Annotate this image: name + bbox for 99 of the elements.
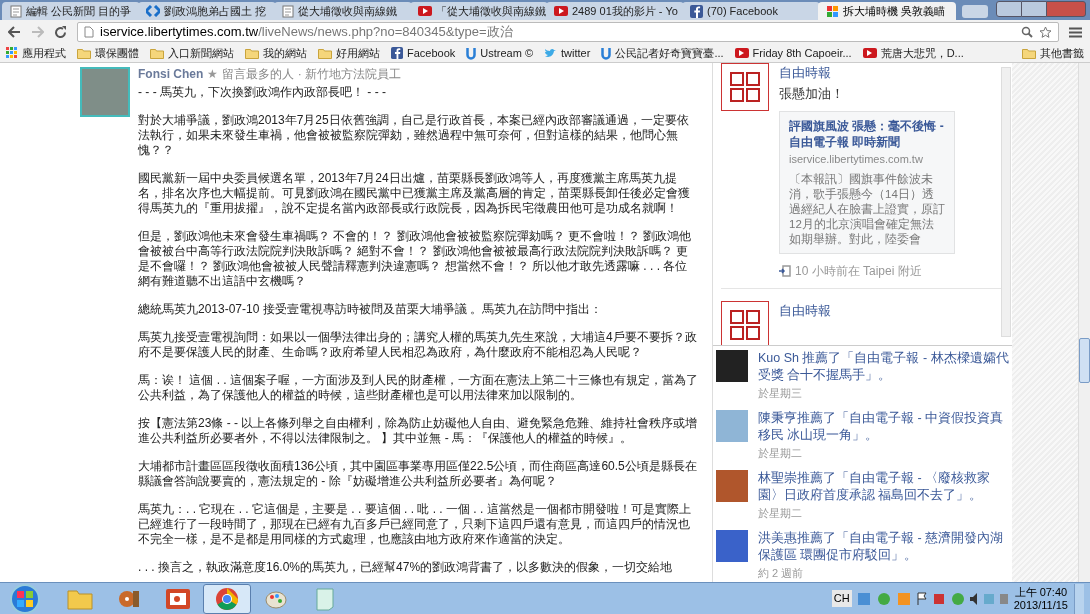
zoom-icon[interactable]	[1021, 26, 1033, 38]
bookmark-link[interactable]: 好用網站	[318, 44, 380, 62]
bookmark-link[interactable]: 應用程式	[6, 44, 66, 62]
folder-icon	[245, 47, 259, 59]
bookmark-link[interactable]: 環保團體	[77, 44, 139, 62]
bird-icon	[544, 47, 558, 59]
ticker-story[interactable]: 陳秉亨推薦了「自由電子報 - 中資假投資真移民 冰山現一角」。	[758, 410, 1009, 444]
browser-tab[interactable]: 2489 01我的影片 - Yo	[546, 2, 684, 20]
comment-paragraph: 對於大埔爭議，劉政鴻2013年7月25日依舊強調，自己是行政首長，本案已經內政部審議通過，一定要依法執行，如果未來發生車禍，他會被被監察院彈劾，雖然過程中無可奈何，但對這樣的結果，他問心無愧？？	[138, 113, 690, 158]
ticker-story[interactable]: 洪美惠推薦了「自由電子報 - 慈濟開發內湖保護區 環團促市府駁回」。	[758, 530, 1009, 564]
browser-tab[interactable]: 編輯 公民新聞 目的爭	[2, 2, 140, 20]
page-icon	[84, 26, 94, 38]
folder-icon	[150, 47, 164, 59]
clock-time[interactable]: 上午 07:40	[1014, 585, 1068, 599]
bookmark-link[interactable]: Facebook	[391, 44, 456, 62]
bookmark-link[interactable]: Ustream ©	[466, 44, 534, 62]
folder-icon	[1022, 47, 1036, 59]
bookmark-link[interactable]: 其他書籤	[1022, 44, 1084, 62]
folder-icon	[318, 47, 332, 59]
bookmark-link[interactable]: 我的網站	[245, 44, 307, 62]
avatar-placeholder	[80, 67, 130, 117]
facebook-icon	[391, 47, 403, 59]
logo-mark-icon	[727, 69, 763, 105]
minimize-button[interactable]	[996, 1, 1022, 17]
show-desktop-button[interactable]	[1074, 583, 1084, 614]
star-icon: ★	[207, 67, 219, 82]
apps-grid-icon	[6, 47, 18, 59]
reload-icon[interactable]	[54, 25, 67, 39]
start-button[interactable]	[10, 583, 40, 614]
notepad-icon	[314, 586, 336, 611]
comment-paragraph: 但是，劉政鴻他未來會發生車禍嗎？ 不會的！？ 劉政鴻他會被被監察院彈劾嗎？ 更不會啦！？ 劉政鴻他會被被台中高等行政法院院判決敗訴嗎？ 絕對不會！？ 劉政鴻他會被被最高行政法院院判決敗訴嗎？ 更是不會囉！？ 劉政鴻他會被被人民聲請釋憲判決違憲嗎？ 想當然不會！？ 所以他才敢先透露嘛 . . . 各位網有難道聽不出這語中玄機嗎？	[138, 229, 693, 289]
share-icon	[779, 264, 791, 277]
ticker-time: 於星期二	[758, 506, 803, 520]
facebook-icon	[690, 4, 703, 18]
bookmark-link[interactable]: 入口新聞網站	[150, 44, 234, 62]
link-summary: 〔本報訊〕國旗事件餘波未消，歌手張懸今（14日）透過經紀人在臉書上證實，原訂12月的北京演唱會確定無法如期舉辦。對此，陸委會	[789, 171, 945, 247]
back-arrow-icon[interactable]	[8, 26, 21, 38]
ustream-icon	[601, 46, 612, 60]
star-icon[interactable]	[1039, 25, 1052, 39]
comment-paragraph: 總統馬英九2013-07-10 接受壹電視專訪時被問及苗栗大埔爭議 。馬英九在訪問中指出：	[138, 302, 604, 317]
clock-date[interactable]: 2013/11/15	[1013, 598, 1068, 612]
link-title[interactable]: 評國旗風波 張懸：毫不後悔 - 自由電子報 即時新聞	[789, 118, 945, 150]
video-icon	[418, 6, 432, 16]
folder-icon	[67, 587, 93, 610]
avatar-placeholder	[716, 470, 748, 502]
ticker-story[interactable]: Kuo Sh 推薦了「自由電子報 - 林杰樑遺孀代受獎 合十不握馬手」。	[758, 350, 1009, 384]
browser-tab[interactable]: (70) Facebook	[682, 2, 820, 20]
bookmark-link[interactable]: twitter	[544, 44, 591, 62]
ticker-time: 於星期二	[758, 446, 803, 460]
comment-paragraph: 馬英九接受壹電視詢問：如果以一個學法律出身的；講究人權的馬英九先生來說，大埔這4戶要不要拆？政府不是要保護人民的財產、生命嗎？政府希望人民相忍為政府，為什麼政府不能相忍為人民呢？	[138, 330, 698, 360]
arrows-icon	[146, 5, 160, 17]
post-time: 10 小時前在 Taipei 附近	[795, 262, 922, 280]
forward-arrow-icon[interactable]	[31, 26, 44, 38]
comment-paragraph: 國民黨新一屆中央委員候選名單，2013年7月24日出爐，苗栗縣長劉政鴻等人，再度獲黨主席馬英九提名，排名次序也大幅提前。可見劉政鴻在國民黨中已獲黨主席及黨高層的肯定，苗栗縣長卸任後必定會獲得馬英九的『重用拔擢』，說不定提名當內政部長或行政院長，因為拆民宅徵農田他可是功成名就啊！	[138, 171, 691, 216]
menu-icon[interactable]	[1069, 26, 1082, 38]
ticker-story[interactable]: 林聖崇推薦了「自由電子報 - 〈廢核救家園〉日政府首度承認 福島回不去了」。	[758, 470, 1009, 504]
browser-tab[interactable]: 劉政鴻胞弟占國土 挖	[138, 2, 276, 20]
input-method-label[interactable]: CH	[831, 590, 852, 607]
address-field[interactable]: iservice.libertytimes.com.tw/liveNews/news.php?no=840345&type=政治	[77, 22, 1059, 42]
page-icon	[282, 4, 294, 18]
avatar-placeholder	[716, 410, 748, 442]
bookmark-link[interactable]: 荒唐大悲咒，D...	[862, 44, 964, 62]
video-icon	[734, 48, 749, 58]
folder-icon	[77, 47, 91, 59]
comment-paragraph: 按【憲法第23條 - - 以上各條列舉之自由權利，除為防止妨礙他人自由、避免緊急危難、維持社會秩序或增進公共利益所必要者外，不得以法律限制之。 】其中並無 - 馬：『保護他人的權益的時候』。	[138, 416, 698, 446]
maximize-button[interactable]	[1022, 1, 1046, 17]
taskbar-app-button[interactable]	[203, 583, 251, 614]
browser-icon	[215, 586, 239, 611]
browser-tab[interactable]: 拆大埔時機 吳敦義瞄	[818, 2, 956, 20]
video-icon	[862, 48, 877, 58]
slides-app-icon	[165, 587, 191, 610]
page-name[interactable]: 自由時報	[779, 300, 831, 320]
page-scrollbar[interactable]	[1078, 63, 1090, 582]
author-tagline: 留言最多的人 · 新竹地方法院員工	[222, 67, 401, 82]
bookmark-link[interactable]: Friday 8th Capoeir...	[734, 44, 852, 62]
news-icon	[826, 4, 839, 18]
page-icon	[10, 4, 22, 18]
post-text: 張懸加油！	[779, 84, 845, 103]
browser-tab[interactable]: 「從大埔徵收與南線鐵	[410, 2, 548, 20]
tray-icons-drawing[interactable]	[857, 591, 1008, 606]
scrollbar[interactable]	[1001, 67, 1011, 337]
avatar-placeholder	[716, 350, 748, 382]
link-domain: iservice.libertytimes.com.tw	[789, 152, 924, 167]
comment-paragraph: . . . 換言之，執政滿意度16.0%的馬英九，已經幫47%的劉政鴻背書了，以多數決的假象，一切交給地	[138, 560, 674, 575]
avatar-placeholder	[716, 530, 748, 562]
scroll-thumb[interactable]	[1079, 338, 1090, 383]
page-name[interactable]: 自由時報	[779, 63, 955, 83]
comment-paragraph: 馬：诶！ 這個 . . 這個案子喔，一方面涉及到人民的財產權，一方面在憲法上第二十三條也有規定，當為了公共利益，為了保護他人的權益的時候，這些財產權也是可以用法律來加以限制的。	[138, 373, 698, 403]
ustream-icon	[466, 46, 477, 60]
browser-tab[interactable]: 從大埔徵收與南線鐵	[274, 2, 412, 20]
comment-paragraph: - - - 馬英九，下次換劉政鴻作內政部長吧！ - - -	[138, 85, 387, 100]
author-name[interactable]: Fonsi Chen	[138, 67, 204, 82]
bookmark-link[interactable]: 公民記者好奇寶寶臺...	[601, 44, 724, 62]
comment-paragraph: 大埔都市計畫區區段徵收面積136公頃，其中園區事業專用區僅22.5公頃，而住商區高達60.5公頃是縣長在縣議會答詢說要賣的，憲法規定的 - 除『妨礙增進公共利益所必要者』為何呢？	[138, 459, 698, 489]
link-preview-card[interactable]: 評國旗風波 張懸：毫不後悔 - 自由電子報 即時新聞 iservice.libertytimes.com.tw 〔本報訊〕國旗事件餘波未消，歌手張懸今（14日）透過經紀人在臉書上證實，原訂12月的北京演唱會確定無法如期舉辦。對此，陸委會	[779, 111, 955, 254]
comment-paragraph: 馬英九：. . 它現在 . . 它這個是，主要是 . . 要這個 . . 吡 . . 一個 . . 這當然是一個都市開發啦！可是實際上已經進行了一段時間了，那現在已經有九百多戶已經同意了，只剩下這四戶還有意見，而這四戶的情況也不完全一樣，是不是都是用同樣的方式處理，也應該由地方政府來作適當的決定。	[138, 502, 692, 547]
video-icon	[554, 6, 568, 16]
ticker-time: 約 2 週前	[758, 566, 805, 580]
windows-logo-icon	[17, 590, 33, 607]
